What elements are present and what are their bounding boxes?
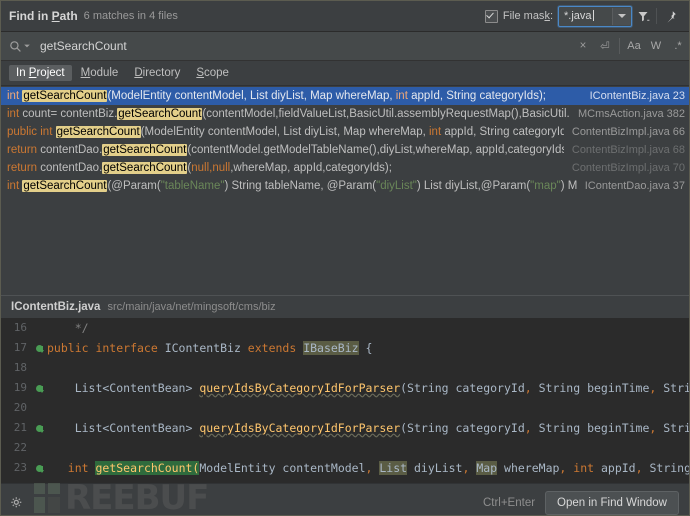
file-mask-label: File mask: bbox=[503, 10, 553, 22]
find-in-path-dialog: Find in Path 6 matches in 4 files File m… bbox=[0, 0, 690, 516]
code-line: 19 List<ContentBean> queryIdsByCategoryI… bbox=[1, 378, 689, 398]
match-highlight: getSearchCount bbox=[117, 108, 202, 120]
tab-module[interactable]: Module bbox=[74, 65, 126, 81]
line-number: 19 bbox=[1, 378, 31, 398]
code-line: 23 int getSearchCount(ModelEntity conten… bbox=[1, 458, 689, 478]
result-code-line: return contentDao.getSearchCount(content… bbox=[7, 144, 564, 156]
result-row[interactable]: public int getSearchCount(ModelEntity co… bbox=[1, 123, 689, 141]
result-file-label: ContentBizImpl.java 68 bbox=[572, 144, 685, 156]
line-number: 17 bbox=[1, 338, 31, 358]
code-line: 20 bbox=[1, 398, 689, 418]
result-row[interactable]: return contentDao.getSearchCount(content… bbox=[1, 141, 689, 159]
match-highlight: getSearchCount bbox=[102, 144, 187, 156]
file-mask-value[interactable]: *.java bbox=[559, 10, 612, 22]
match-highlight: getSearchCount bbox=[56, 126, 141, 138]
implementation-marker-icon[interactable] bbox=[31, 418, 47, 438]
tab-in-project[interactable]: In Project bbox=[9, 65, 72, 81]
pin-icon[interactable] bbox=[659, 5, 681, 27]
shortcut-hint: Ctrl+Enter bbox=[483, 497, 535, 509]
code-text: public interface IContentBiz extends IBa… bbox=[47, 338, 689, 358]
filter-funnel-icon[interactable] bbox=[632, 5, 654, 27]
tab-scope[interactable]: Scope bbox=[189, 65, 236, 81]
code-text: */ bbox=[47, 318, 689, 338]
code-text: int getSearchCount(ModelEntity contentMo… bbox=[47, 458, 689, 478]
code-text: List<ContentBean> queryIdsByCategoryIdFo… bbox=[47, 378, 689, 398]
line-number: 22 bbox=[1, 438, 31, 458]
implementation-marker-icon[interactable] bbox=[31, 458, 47, 478]
code-line: 21 List<ContentBean> queryIdsByCategoryI… bbox=[1, 418, 689, 438]
file-mask-checkbox[interactable] bbox=[485, 10, 498, 23]
code-line: 16 */ bbox=[1, 318, 689, 338]
file-mask-dropdown-button[interactable] bbox=[612, 8, 631, 25]
scope-tabs: In Project Module Directory Scope bbox=[1, 61, 689, 86]
results-empty-area bbox=[1, 237, 689, 295]
dialog-footer: Ctrl+Enter Open in Find Window bbox=[1, 483, 689, 516]
result-row[interactable]: int getSearchCount(ModelEntity contentMo… bbox=[1, 87, 689, 105]
search-input[interactable]: getSearchCount bbox=[40, 39, 127, 53]
result-code-line: public int getSearchCount(ModelEntity co… bbox=[7, 126, 564, 138]
gutter-empty bbox=[31, 318, 47, 338]
gutter-empty bbox=[31, 358, 47, 378]
code-line: 18 bbox=[1, 358, 689, 378]
results-list[interactable]: int getSearchCount(ModelEntity contentMo… bbox=[1, 86, 689, 237]
tab-directory[interactable]: Directory bbox=[127, 65, 187, 81]
dialog-title: Find in Path bbox=[9, 9, 78, 23]
clear-search-icon[interactable]: × bbox=[572, 34, 594, 58]
implementation-marker-icon[interactable] bbox=[31, 378, 47, 398]
match-highlight: getSearchCount bbox=[22, 90, 107, 102]
gutter-empty bbox=[31, 438, 47, 458]
preview-file-name: IContentBiz.java bbox=[11, 301, 100, 313]
implementation-marker-icon[interactable] bbox=[31, 338, 47, 358]
search-icon[interactable] bbox=[9, 40, 31, 53]
search-row[interactable]: getSearchCount × ⏎ Aa W .* bbox=[1, 32, 689, 61]
match-highlight: getSearchCount bbox=[22, 180, 107, 192]
result-file-label: IContentDao.java 37 bbox=[585, 180, 685, 192]
chevron-down-icon bbox=[618, 14, 626, 18]
match-case-toggle[interactable]: Aa bbox=[623, 34, 645, 58]
result-file-label: IContentBiz.java 23 bbox=[590, 90, 685, 102]
line-number: 18 bbox=[1, 358, 31, 378]
code-line: 22 bbox=[1, 438, 689, 458]
search-toggle-divider bbox=[619, 38, 620, 54]
result-code-line: return contentDao.getSearchCount(null,nu… bbox=[7, 162, 564, 174]
result-file-label: MCmsAction.java 382 bbox=[578, 108, 685, 120]
code-line: 17 public interface IContentBiz extends I… bbox=[1, 338, 689, 358]
result-row[interactable]: int getSearchCount(@Param("tableName") S… bbox=[1, 177, 689, 195]
preview-file-path: src/main/java/net/mingsoft/cms/biz bbox=[107, 301, 275, 313]
line-number: 21 bbox=[1, 418, 31, 438]
gutter-empty bbox=[31, 398, 47, 418]
line-number: 20 bbox=[1, 398, 31, 418]
whole-words-toggle[interactable]: W bbox=[645, 34, 667, 58]
file-mask-combobox[interactable]: *.java bbox=[558, 6, 632, 27]
preview-file-header[interactable]: IContentBiz.java src/main/java/net/mings… bbox=[1, 296, 689, 318]
regex-toggle[interactable]: .* bbox=[667, 34, 689, 58]
dialog-header: Find in Path 6 matches in 4 files File m… bbox=[1, 1, 689, 32]
result-row[interactable]: return contentDao.getSearchCount(null,nu… bbox=[1, 159, 689, 177]
code-preview[interactable]: 16 */17public interface IContentBiz exte… bbox=[1, 318, 689, 483]
new-line-icon[interactable]: ⏎ bbox=[594, 34, 616, 58]
match-highlight: getSearchCount bbox=[102, 162, 187, 174]
code-text: List<ContentBean> queryIdsByCategoryIdFo… bbox=[47, 418, 689, 438]
result-file-label: ContentBizImpl.java 70 bbox=[572, 162, 685, 174]
result-code-line: int getSearchCount(ModelEntity contentMo… bbox=[7, 90, 582, 102]
result-code-line: int getSearchCount(@Param("tableName") S… bbox=[7, 180, 577, 192]
result-row[interactable]: int count= contentBiz.getSearchCount(con… bbox=[1, 105, 689, 123]
search-history-chevron-icon[interactable] bbox=[24, 45, 30, 48]
gear-icon[interactable] bbox=[9, 495, 25, 511]
header-divider bbox=[656, 8, 657, 24]
file-mask-group: File mask: *.java bbox=[485, 6, 632, 27]
line-number: 23 bbox=[1, 458, 31, 478]
match-count-label: 6 matches in 4 files bbox=[84, 10, 178, 22]
open-in-find-window-button[interactable]: Open in Find Window bbox=[545, 491, 679, 515]
result-file-label: ContentBizImpl.java 66 bbox=[572, 126, 685, 138]
line-number: 16 bbox=[1, 318, 31, 338]
result-code-line: int count= contentBiz.getSearchCount(con… bbox=[7, 108, 570, 120]
